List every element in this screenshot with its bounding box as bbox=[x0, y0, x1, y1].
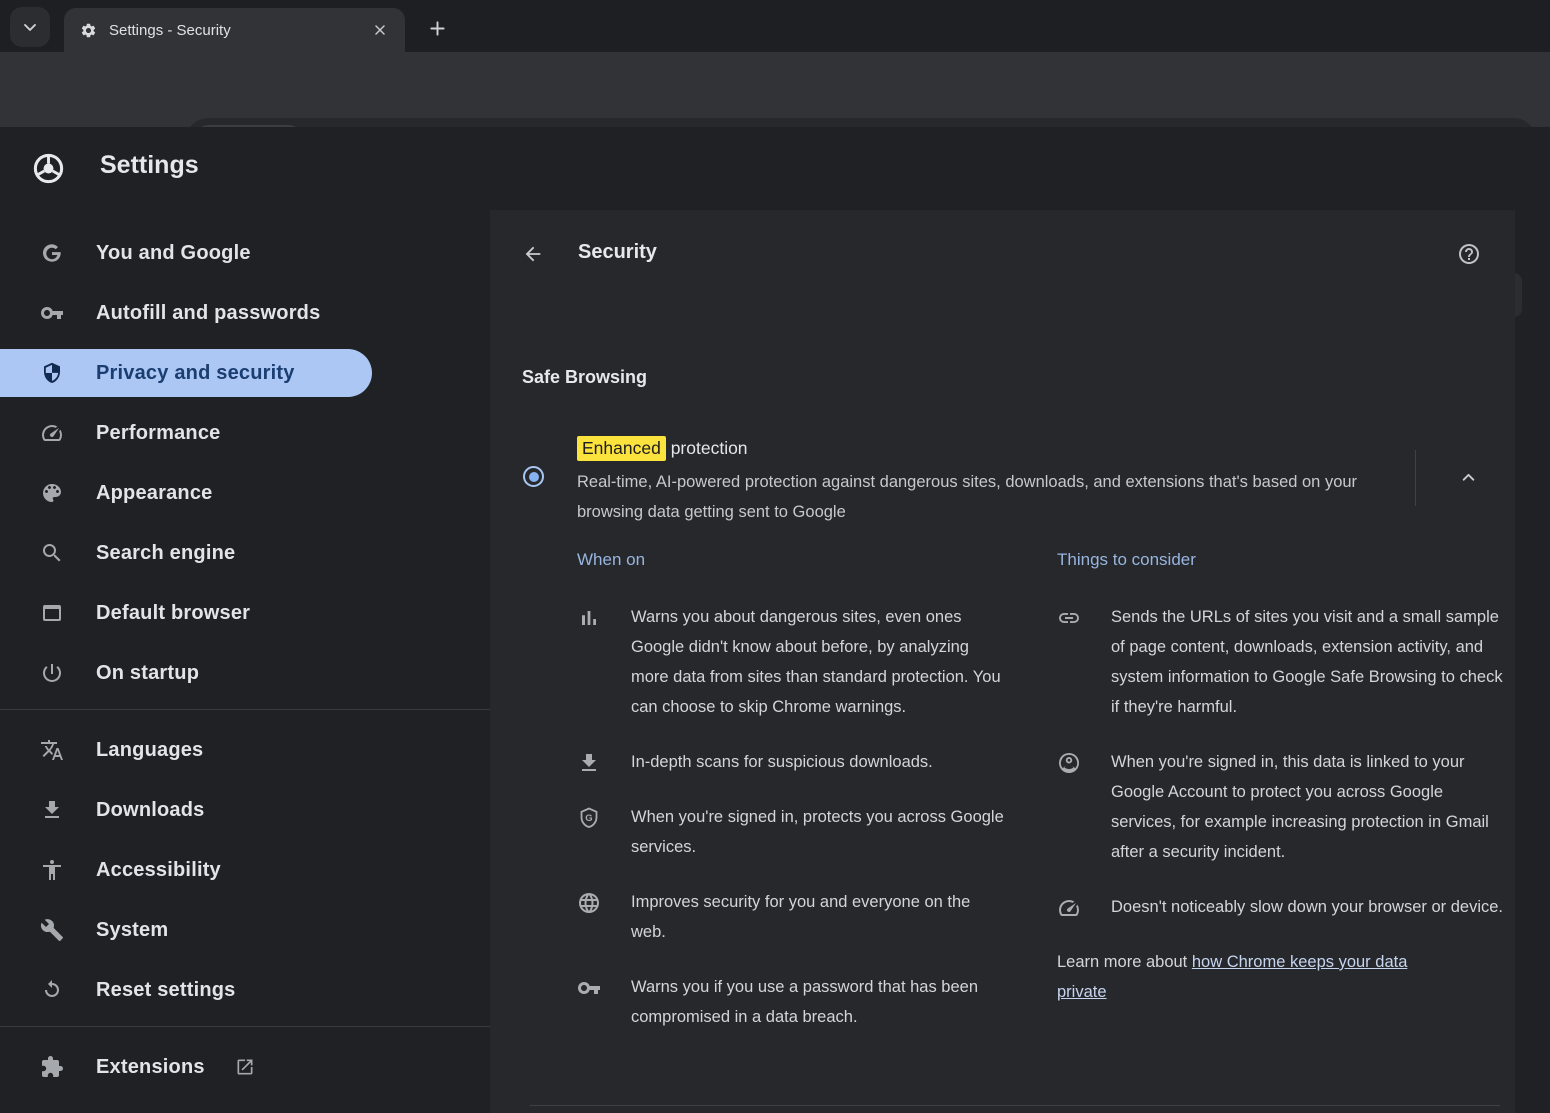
reset-icon bbox=[40, 978, 64, 1002]
things-to-consider-header: Things to consider bbox=[1057, 548, 1505, 572]
settings-sidebar: You and Google Autofill and passwords Pr… bbox=[0, 210, 490, 1113]
tab-close-button[interactable] bbox=[367, 17, 393, 43]
plus-icon bbox=[427, 18, 448, 39]
sidebar-item-downloads[interactable]: Downloads bbox=[0, 786, 490, 834]
tab-title: Settings - Security bbox=[109, 22, 367, 39]
sidebar-item-privacy-and-security[interactable]: Privacy and security bbox=[0, 349, 372, 397]
option-title: Enhanced protection bbox=[577, 433, 1417, 463]
open-in-new-icon bbox=[235, 1057, 255, 1077]
accessibility-icon bbox=[40, 858, 64, 882]
speedometer-icon bbox=[40, 421, 64, 445]
list-item: When you're signed in, this data is link… bbox=[1057, 747, 1505, 867]
sidebar-item-system[interactable]: System bbox=[0, 906, 490, 954]
sidebar-item-search-engine[interactable]: Search engine bbox=[0, 529, 490, 577]
settings-header: Settings bbox=[0, 127, 1550, 210]
sidebar-item-on-startup[interactable]: On startup bbox=[0, 649, 490, 697]
sidebar-item-autofill-and-passwords[interactable]: Autofill and passwords bbox=[0, 289, 490, 337]
link-icon bbox=[1057, 606, 1081, 630]
new-tab-button[interactable] bbox=[420, 11, 454, 45]
sidebar-item-languages[interactable]: Languages bbox=[0, 726, 490, 774]
enhanced-protection-option[interactable]: Enhanced protection Real-time, AI-powere… bbox=[577, 433, 1417, 527]
protection-details: When on Warns you about dangerous sites,… bbox=[577, 548, 1505, 1057]
chrome-window: Settings - Security Chrome chrome://sett… bbox=[0, 0, 1550, 1113]
key-icon bbox=[577, 976, 601, 1000]
tab-search-button[interactable] bbox=[10, 7, 50, 47]
list-item: Warns you if you use a password that has… bbox=[577, 972, 1025, 1032]
globe-icon bbox=[577, 891, 601, 915]
when-on-column: When on Warns you about dangerous sites,… bbox=[577, 548, 1025, 1057]
collapse-button[interactable] bbox=[1442, 451, 1494, 503]
google-g-icon bbox=[40, 241, 64, 265]
tab-strip: Settings - Security bbox=[0, 0, 1550, 52]
learn-more-text: Learn more about how Chrome keeps your d… bbox=[1057, 947, 1457, 1007]
active-tab[interactable]: Settings - Security bbox=[64, 8, 405, 52]
option-description: Real-time, AI-powered protection against… bbox=[577, 467, 1367, 527]
list-item: When you're signed in, protects you acro… bbox=[577, 802, 1025, 862]
enhanced-protection-radio[interactable] bbox=[523, 466, 544, 487]
when-on-header: When on bbox=[577, 548, 1025, 572]
page-back-button[interactable] bbox=[514, 235, 552, 273]
close-icon bbox=[372, 22, 388, 38]
sidebar-item-reset-settings[interactable]: Reset settings bbox=[0, 966, 490, 1014]
key-icon bbox=[40, 301, 64, 325]
list-item: In-depth scans for suspicious downloads. bbox=[577, 747, 1025, 777]
chrome-logo-icon bbox=[31, 151, 66, 186]
sidebar-item-extensions[interactable]: Extensions bbox=[0, 1043, 490, 1091]
help-button[interactable] bbox=[1450, 235, 1488, 273]
download-icon bbox=[40, 798, 64, 822]
chevron-up-icon bbox=[1458, 467, 1479, 488]
download-icon bbox=[577, 751, 601, 775]
security-settings-page: Security Safe Browsing Enhanced protecti… bbox=[490, 210, 1515, 1113]
section-title: Safe Browsing bbox=[522, 367, 647, 388]
google-shield-icon bbox=[577, 806, 601, 830]
account-circle-icon bbox=[1057, 751, 1081, 775]
search-highlight: Enhanced bbox=[577, 436, 666, 461]
sidebar-item-you-and-google[interactable]: You and Google bbox=[0, 229, 490, 277]
section-divider bbox=[530, 1105, 1500, 1106]
back-arrow-icon bbox=[522, 243, 544, 265]
settings-title: Settings bbox=[100, 151, 199, 180]
browser-window-icon bbox=[40, 601, 64, 625]
search-icon bbox=[40, 541, 64, 565]
help-circle-icon bbox=[1457, 242, 1481, 266]
sidebar-item-performance[interactable]: Performance bbox=[0, 409, 490, 457]
sidebar-divider bbox=[0, 709, 490, 710]
row-separator bbox=[1415, 450, 1416, 506]
chevron-down-icon bbox=[20, 17, 40, 37]
sidebar-divider bbox=[0, 1026, 490, 1027]
list-item: Warns you about dangerous sites, even on… bbox=[577, 602, 1025, 722]
speedometer-icon bbox=[1057, 896, 1081, 920]
sidebar-item-appearance[interactable]: Appearance bbox=[0, 469, 490, 517]
sidebar-item-default-browser[interactable]: Default browser bbox=[0, 589, 490, 637]
list-item: Improves security for you and everyone o… bbox=[577, 887, 1025, 947]
list-item: Sends the URLs of sites you visit and a … bbox=[1057, 602, 1505, 722]
bar-chart-icon bbox=[577, 606, 601, 630]
sidebar-item-accessibility[interactable]: Accessibility bbox=[0, 846, 490, 894]
gear-icon bbox=[80, 22, 97, 39]
things-to-consider-column: Things to consider Sends the URLs of sit… bbox=[1057, 548, 1505, 1057]
wrench-icon bbox=[40, 918, 64, 942]
puzzle-icon bbox=[40, 1055, 64, 1079]
shield-icon bbox=[40, 361, 64, 385]
page-title: Security bbox=[578, 241, 657, 264]
translate-icon bbox=[40, 738, 64, 762]
power-icon bbox=[40, 661, 64, 685]
option-title-rest: protection bbox=[666, 438, 748, 458]
list-item: Doesn't noticeably slow down your browse… bbox=[1057, 892, 1505, 922]
browser-toolbar: Chrome chrome://settings/security?search… bbox=[0, 52, 1550, 127]
palette-icon bbox=[40, 481, 64, 505]
